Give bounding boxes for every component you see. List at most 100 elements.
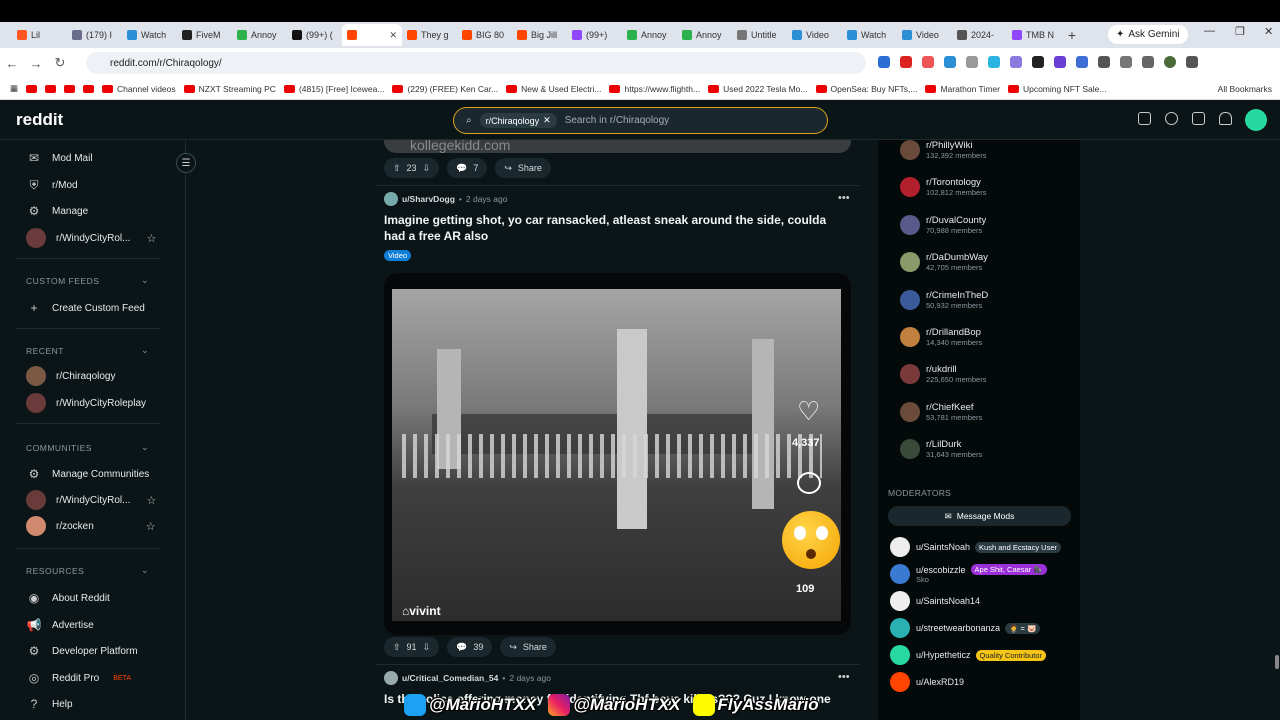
resources-header[interactable]: RESOURCES: [26, 566, 84, 576]
extension-icon[interactable]: [1054, 56, 1066, 68]
downvote-icon[interactable]: ⇩: [423, 163, 431, 174]
bookmark-item[interactable]: (4815) [Free] Icewea...: [283, 84, 384, 94]
sidebar-item-recent[interactable]: r/WindyCityRoleplay: [26, 393, 146, 413]
browser-tab[interactable]: They g: [402, 24, 457, 46]
extension-icon[interactable]: [966, 56, 978, 68]
reload-icon[interactable]: ↻: [48, 55, 72, 71]
bookmark-item[interactable]: [26, 84, 38, 93]
collapse-sidebar-button[interactable]: ☰: [176, 153, 196, 173]
close-icon[interactable]: ✕: [543, 115, 551, 126]
browser-tab[interactable]: Watch: [842, 24, 897, 46]
extension-icon[interactable]: [922, 56, 934, 68]
message-mods-button[interactable]: ✉ Message Mods: [888, 506, 1071, 526]
bookmark-item[interactable]: Upcoming NFT Sale...: [1007, 84, 1106, 94]
sidebar-item-community[interactable]: r/WindyCityRol... ☆: [26, 490, 156, 510]
browser-tab[interactable]: ✕: [342, 24, 402, 46]
puzzle-icon[interactable]: [1098, 56, 1110, 68]
upvote-icon[interactable]: ⇧: [393, 163, 401, 174]
bookmark-item[interactable]: NZXT Streaming PC: [183, 84, 276, 94]
moderator-item[interactable]: u/SaintsNoah14: [890, 591, 980, 611]
bookmark-item[interactable]: [64, 84, 76, 93]
bookmark-item[interactable]: New & Used Electri...: [506, 84, 601, 94]
custom-feeds-header[interactable]: CUSTOM FEEDS: [26, 276, 99, 286]
address-bar[interactable]: reddit.com/r/Chiraqology/: [86, 52, 866, 74]
sidebar-item-reddit-pro[interactable]: ◎ Reddit Pro BETA: [26, 670, 131, 686]
browser-tab[interactable]: Watch: [122, 24, 177, 46]
menu-icon[interactable]: [1186, 56, 1198, 68]
download-icon[interactable]: [1142, 56, 1154, 68]
sidebar-item-r-mod[interactable]: ⛨ r/Mod: [26, 177, 77, 193]
video-player[interactable]: ⌂vivint ♡ 4,337 109: [384, 273, 851, 635]
manage-communities[interactable]: ⚙ Manage Communities: [26, 466, 150, 482]
chevron-down-icon[interactable]: ⌄: [141, 345, 149, 356]
forward-icon[interactable]: →: [24, 56, 48, 71]
post-flair[interactable]: Video: [384, 250, 412, 261]
browser-tab[interactable]: 2024-: [952, 24, 1007, 46]
search-community-chip[interactable]: r/Chiraqology ✕: [479, 113, 557, 128]
browser-tab[interactable]: FiveM: [177, 24, 232, 46]
more-options-icon[interactable]: •••: [838, 192, 850, 204]
moderator-item[interactable]: u/escobizzle Ape Shit, Caesar 🦍 Sko: [890, 564, 1047, 584]
sidebar-item-advertise[interactable]: 📢 Advertise: [26, 617, 94, 633]
star-icon[interactable]: ☆: [146, 520, 156, 533]
browser-tab[interactable]: Annoy: [677, 24, 732, 46]
extension-icon[interactable]: [1010, 56, 1022, 68]
browser-tab[interactable]: Untitle: [732, 24, 787, 46]
browser-tab[interactable]: Annoy: [622, 24, 677, 46]
comments-button[interactable]: 💬 39: [447, 637, 493, 657]
comments-button[interactable]: 💬 7: [447, 158, 488, 178]
browser-tab[interactable]: Lil: [12, 24, 67, 46]
browser-tab[interactable]: (99+) (: [287, 24, 342, 46]
extension-icon[interactable]: [900, 56, 912, 68]
bookmark-item[interactable]: Marathon Timer: [925, 84, 1000, 94]
create-post-icon[interactable]: [1192, 112, 1205, 125]
browser-tab[interactable]: TMB N: [1007, 24, 1062, 46]
community-item[interactable]: r/LilDurk 31,643 members: [900, 439, 982, 460]
post-title[interactable]: Imagine getting shot, yo car ransacked, …: [384, 212, 844, 244]
mod-icon[interactable]: [1138, 112, 1151, 125]
bookmark-item[interactable]: https://www.flighth...: [609, 84, 700, 94]
extension-icon[interactable]: [878, 56, 890, 68]
moderator-item[interactable]: u/Hypetheticz Quality Contributor: [890, 645, 1047, 665]
sidebar-item-community[interactable]: r/zocken ☆: [26, 516, 156, 536]
moderator-item[interactable]: u/AlexRD19: [890, 672, 964, 692]
sidebar-item-developer[interactable]: ⚙ Developer Platform: [26, 643, 138, 659]
extension-icon[interactable]: [1032, 56, 1044, 68]
vote-control[interactable]: ⇧ 23 ⇩: [384, 158, 440, 178]
community-item[interactable]: r/ukdrill 225,650 members: [900, 364, 986, 385]
sidebar-item-manage[interactable]: ⚙ Manage: [26, 203, 89, 219]
community-item[interactable]: r/Torontology 102,812 members: [900, 177, 986, 198]
upvote-icon[interactable]: ⇧: [393, 642, 401, 653]
apps-icon[interactable]: ▦: [10, 83, 18, 94]
close-window-button[interactable]: ✕: [1264, 25, 1273, 38]
star-icon[interactable]: ☆: [146, 232, 156, 245]
user-avatar[interactable]: [384, 671, 398, 685]
bookmark-item[interactable]: (229) (FREE) Ken Car...: [392, 84, 498, 94]
community-item[interactable]: r/DaDumbWay 42,705 members: [900, 252, 988, 273]
vote-control[interactable]: ⇧ 91 ⇩: [384, 637, 440, 657]
ask-gemini-button[interactable]: ✦ Ask Gemini: [1108, 25, 1188, 44]
user-avatar[interactable]: [384, 192, 398, 206]
sidebar-item-mod-mail[interactable]: ✉ Mod Mail: [26, 150, 93, 166]
post-author[interactable]: u/SharvDogg: [402, 194, 455, 204]
extension-icon[interactable]: [1076, 56, 1088, 68]
community-item[interactable]: r/PhillyWiki 132,392 members: [900, 140, 986, 160]
community-item[interactable]: r/ChiefKeef 53,781 members: [900, 401, 982, 422]
communities-header[interactable]: COMMUNITIES: [26, 443, 92, 453]
star-icon[interactable]: ☆: [146, 494, 156, 507]
bookmark-item[interactable]: Used 2022 Tesla Mo...: [708, 84, 808, 94]
chevron-down-icon[interactable]: ⌄: [141, 442, 149, 453]
chevron-down-icon[interactable]: ⌄: [141, 275, 149, 286]
all-bookmarks[interactable]: All Bookmarks: [1218, 84, 1280, 94]
search-input[interactable]: ⌕ r/Chiraqology ✕ Search in r/Chiraqology: [453, 107, 828, 134]
close-tab-icon[interactable]: ✕: [389, 30, 397, 41]
share-button[interactable]: ↪ Share: [495, 158, 551, 178]
sidebar-item-about[interactable]: ◉ About Reddit: [26, 590, 110, 606]
browser-tab[interactable]: Video: [787, 24, 842, 46]
browser-tab[interactable]: BIG 80: [457, 24, 512, 46]
moderator-item[interactable]: u/streetwearbonanza 🤵 = 🐷: [890, 618, 1041, 638]
bookmark-item[interactable]: OpenSea: Buy NFTs,...: [815, 84, 917, 94]
create-custom-feed[interactable]: + Create Custom Feed: [26, 300, 144, 316]
recent-header[interactable]: RECENT: [26, 346, 64, 356]
more-options-icon[interactable]: •••: [838, 671, 850, 683]
